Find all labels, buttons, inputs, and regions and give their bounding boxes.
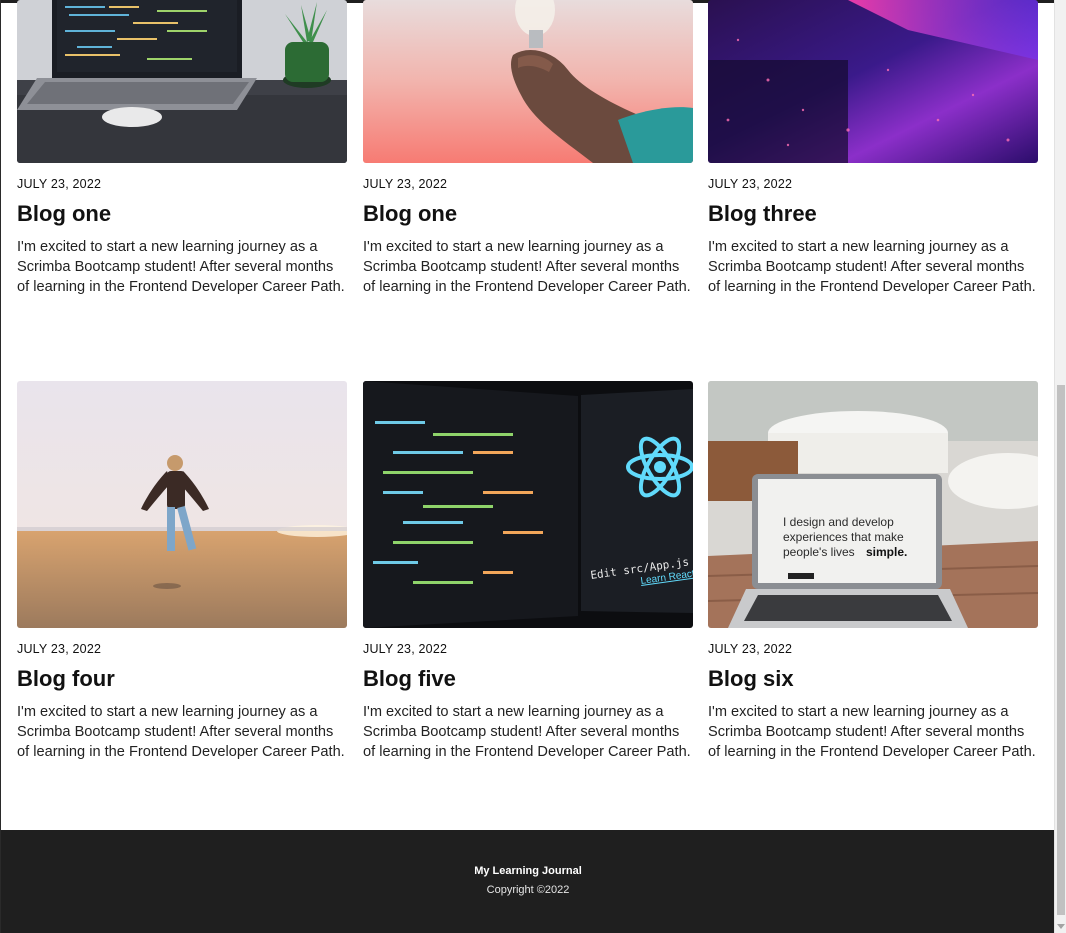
post-excerpt: I'm excited to start a new learning jour… [17, 239, 345, 295]
post-title[interactable]: Blog three [708, 201, 817, 227]
blog-card[interactable]: Edit src/App.js and save Learn React JUL… [363, 381, 693, 760]
purple-neon-rain-photo[interactable] [708, 0, 1038, 163]
scrollbar-thumb[interactable] [1057, 385, 1065, 915]
post-excerpt: I'm excited to start a new learning jour… [17, 704, 345, 760]
blog-card[interactable]: JULY 23, 2022 Blog one I'm excited to st… [363, 0, 693, 295]
post-title[interactable]: Blog four [17, 666, 115, 692]
laptop-screen-line3: people's lives [783, 545, 855, 559]
post-date: JULY 23, 2022 [708, 177, 793, 191]
laptop-code-desk-photo[interactable] [17, 0, 347, 163]
blog-card[interactable]: JULY 23, 2022 Blog four I'm excited to s… [17, 381, 347, 760]
site-footer: My Learning Journal Copyright ©2022 [1, 830, 1054, 933]
laptop-screen-line1: I design and develop [783, 515, 894, 529]
post-date: JULY 23, 2022 [708, 642, 793, 656]
blog-card[interactable]: JULY 23, 2022 Blog one I'm excited to st… [17, 0, 347, 295]
blog-card[interactable]: JULY 23, 2022 Blog three I'm excited to … [708, 0, 1038, 295]
post-excerpt: I'm excited to start a new learning jour… [363, 704, 691, 760]
post-excerpt: I'm excited to start a new learning jour… [708, 704, 1036, 760]
react-code-screen-photo[interactable]: Edit src/App.js and save Learn React [363, 381, 693, 628]
post-date: JULY 23, 2022 [17, 177, 102, 191]
post-date: JULY 23, 2022 [363, 642, 448, 656]
post-date: JULY 23, 2022 [363, 177, 448, 191]
post-date: JULY 23, 2022 [17, 642, 102, 656]
post-excerpt: I'm excited to start a new learning jour… [708, 239, 1036, 295]
footer-title: My Learning Journal [474, 865, 582, 877]
post-title[interactable]: Blog one [17, 201, 111, 227]
woman-on-beach-photo[interactable] [17, 381, 347, 628]
footer-copyright: Copyright ©2022 [486, 884, 570, 896]
hand-holding-lightbulb-photo[interactable] [363, 0, 693, 163]
page-viewport: JULY 23, 2022 Blog one I'm excited to st… [0, 0, 1054, 933]
scroll-down-arrow-icon[interactable] [1057, 924, 1065, 929]
post-excerpt: I'm excited to start a new learning jour… [363, 239, 691, 295]
laptop-design-quote-photo[interactable]: I design and develop experiences that ma… [708, 381, 1038, 628]
post-title[interactable]: Blog one [363, 201, 457, 227]
laptop-screen-line2: experiences that make [783, 530, 904, 544]
laptop-screen-emphasis: simple. [866, 545, 907, 559]
post-title[interactable]: Blog six [708, 666, 794, 692]
vertical-scrollbar[interactable] [1054, 0, 1066, 933]
blog-card[interactable]: I design and develop experiences that ma… [708, 381, 1038, 760]
post-title[interactable]: Blog five [363, 666, 456, 692]
